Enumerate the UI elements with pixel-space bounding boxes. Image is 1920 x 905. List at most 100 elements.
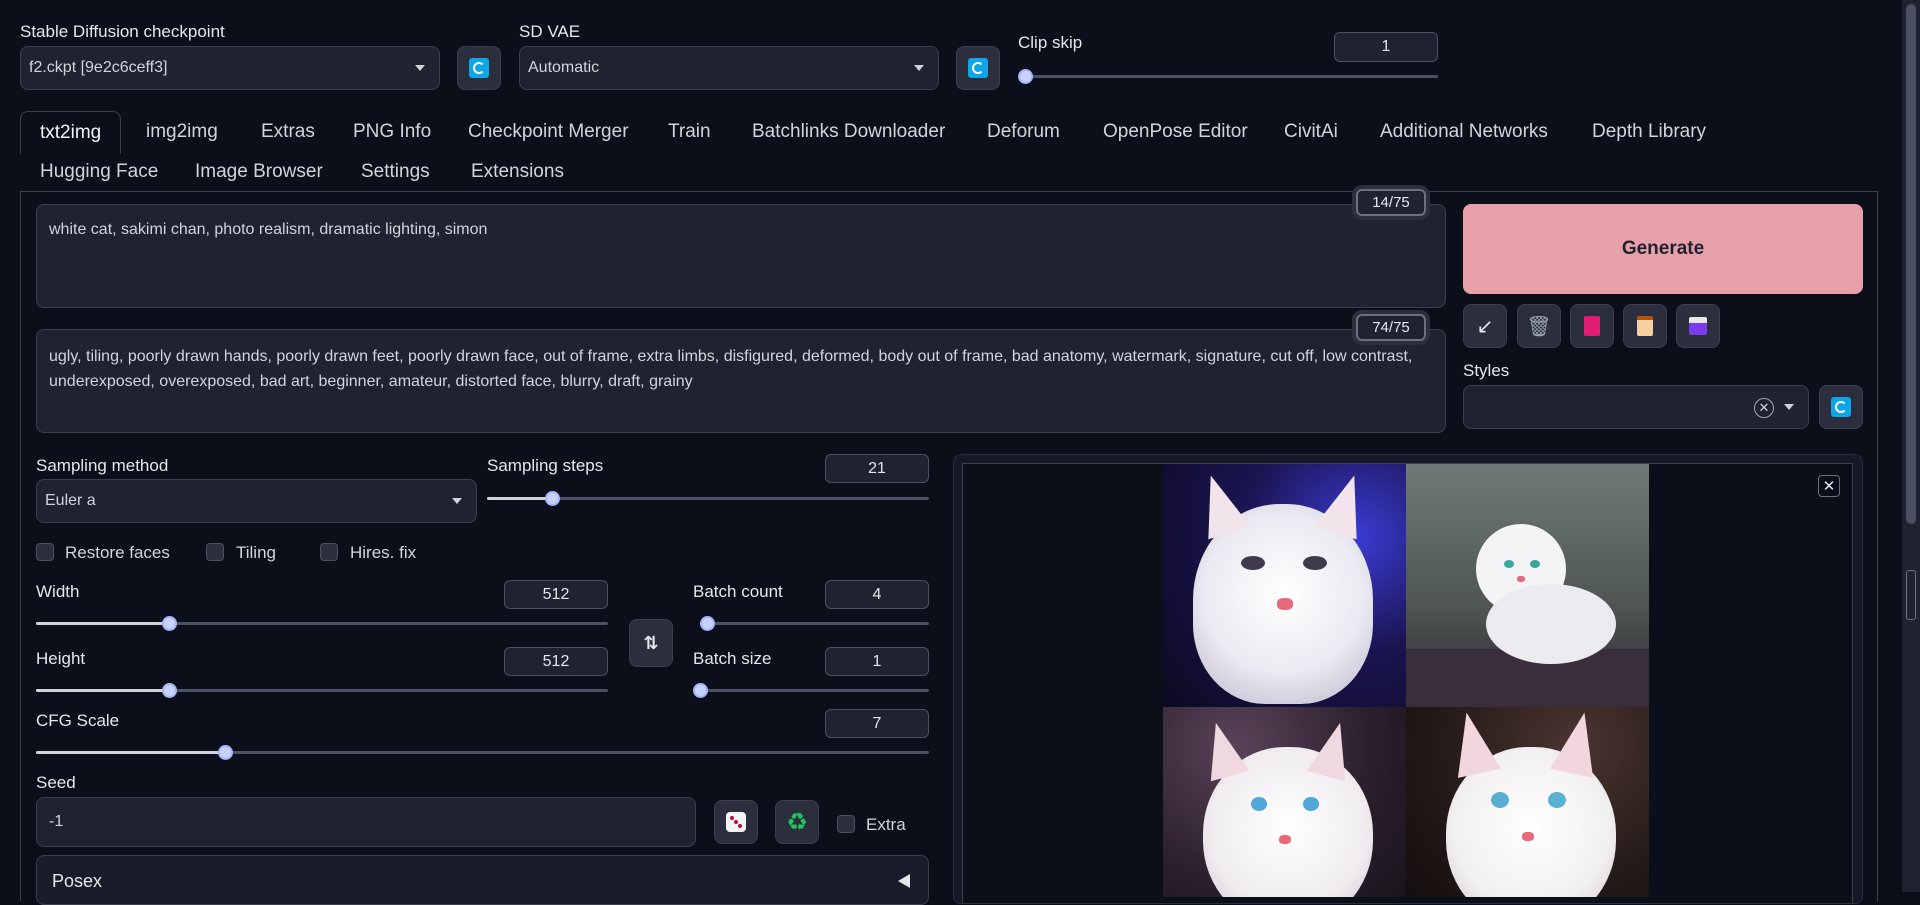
sampling-method-dropdown[interactable]: Euler a — [36, 479, 477, 523]
tab-batchlinks-downloader[interactable]: Batchlinks Downloader — [752, 121, 945, 143]
reuse-seed-button[interactable]: ♻ — [775, 800, 819, 844]
hires-fix-label: Hires. fix — [350, 543, 417, 562]
dice-icon — [726, 812, 746, 832]
sampling-steps-slider[interactable] — [487, 491, 929, 506]
tab-civitai[interactable]: CivitAi — [1284, 121, 1338, 143]
tab-png-info[interactable]: PNG Info — [353, 121, 431, 143]
negative-prompt-textarea[interactable]: ugly, tiling, poorly drawn hands, poorly… — [36, 329, 1446, 433]
prompt-textarea[interactable]: white cat, sakimi chan, photo realism, d… — [36, 204, 1446, 308]
batch-size-slider[interactable] — [693, 683, 929, 698]
slider-fill — [487, 497, 552, 500]
read-params-button[interactable]: ↙ — [1463, 304, 1507, 348]
clip-skip-input[interactable]: 1 — [1334, 32, 1438, 62]
tab-extras[interactable]: Extras — [261, 121, 315, 143]
tab-deforum[interactable]: Deforum — [987, 121, 1060, 143]
restore-faces-label: Restore faces — [65, 543, 170, 562]
checkpoint-value: f2.ckpt [9e2c6ceff3] — [29, 59, 168, 76]
styles-dropdown[interactable]: ✕ — [1463, 385, 1809, 429]
scrollbar-thumb[interactable] — [1906, 4, 1916, 524]
refresh-vae-button[interactable] — [956, 46, 1000, 90]
tab-train[interactable]: Train — [668, 121, 711, 143]
clip-skip-label: Clip skip — [1018, 33, 1083, 52]
scrollbar-marker — [1906, 570, 1916, 620]
recycle-icon: ♻ — [786, 808, 808, 836]
chevron-down-icon — [914, 65, 924, 71]
tab-hugging-face[interactable]: Hugging Face — [40, 161, 158, 183]
swap-dimensions-button[interactable]: ⇅ — [629, 619, 673, 667]
tab-additional-networks[interactable]: Additional Networks — [1380, 121, 1548, 143]
tab-image-browser[interactable]: Image Browser — [195, 161, 323, 183]
batch-count-slider[interactable] — [700, 616, 929, 631]
height-input[interactable]: 512 — [504, 647, 608, 676]
refresh-icon — [968, 58, 988, 78]
slider-knob[interactable] — [545, 491, 560, 506]
vae-dropdown[interactable]: Automatic — [519, 46, 939, 90]
chevron-down-icon — [415, 65, 425, 71]
refresh-icon — [1831, 397, 1851, 417]
refresh-checkpoint-button[interactable] — [457, 46, 501, 90]
cfg-scale-label: CFG Scale — [36, 711, 120, 730]
batch-count-label: Batch count — [693, 582, 783, 601]
collapse-arrow-icon — [898, 874, 910, 888]
slider-fill — [36, 751, 225, 754]
cfg-scale-slider[interactable] — [36, 745, 929, 760]
slider-knob[interactable] — [162, 616, 177, 631]
seed-label: Seed — [36, 773, 76, 792]
page-scrollbar[interactable] — [1902, 0, 1920, 892]
hires-fix-checkbox[interactable] — [320, 543, 338, 561]
batch-size-input[interactable]: 1 — [825, 647, 929, 676]
sampling-method-value: Euler a — [45, 492, 96, 509]
prompt-token-counter: 14/75 — [1356, 189, 1426, 216]
tab-settings[interactable]: Settings — [361, 161, 430, 183]
extra-seed-label: Extra — [866, 815, 906, 834]
tab-extensions[interactable]: Extensions — [471, 161, 564, 183]
close-icon[interactable]: ✕ — [1818, 475, 1840, 497]
tab-img2img[interactable]: img2img — [146, 121, 218, 143]
slider-knob[interactable] — [693, 683, 708, 698]
negative-token-counter: 74/75 — [1356, 314, 1426, 341]
clear-prompt-button[interactable]: 🗑 — [1517, 304, 1561, 348]
refresh-styles-button[interactable] — [1819, 385, 1863, 429]
close-icon[interactable]: ✕ — [1754, 398, 1774, 418]
generated-image-2[interactable] — [1406, 464, 1649, 707]
random-seed-button[interactable] — [714, 800, 758, 844]
show-extra-networks-button[interactable] — [1570, 304, 1614, 348]
posex-accordion[interactable]: Posex — [36, 855, 929, 905]
checkpoint-label: Stable Diffusion checkpoint — [20, 22, 225, 41]
style-card-icon — [1584, 316, 1600, 336]
tab-checkpoint-merger[interactable]: Checkpoint Merger — [468, 121, 629, 143]
generated-image-1[interactable] — [1163, 464, 1406, 707]
slider-knob[interactable] — [1018, 69, 1033, 84]
sampling-steps-input[interactable]: 21 — [825, 454, 929, 483]
styles-label: Styles — [1463, 361, 1510, 380]
slider-fill — [36, 689, 169, 692]
generate-button[interactable]: Generate — [1463, 204, 1863, 294]
slider-knob[interactable] — [218, 745, 233, 760]
chevron-down-icon — [452, 498, 462, 504]
extra-seed-checkbox[interactable] — [837, 815, 855, 833]
cfg-scale-input[interactable]: 7 — [825, 709, 929, 738]
tiling-checkbox[interactable] — [206, 543, 224, 561]
save-style-button[interactable] — [1676, 304, 1720, 348]
restore-faces-checkbox[interactable] — [36, 543, 54, 561]
apply-style-button[interactable] — [1623, 304, 1667, 348]
trash-icon: 🗑 — [1526, 315, 1552, 338]
height-slider[interactable] — [36, 683, 608, 698]
width-input[interactable]: 512 — [504, 580, 608, 609]
slider-knob[interactable] — [700, 616, 715, 631]
width-slider[interactable] — [36, 616, 608, 631]
batch-count-input[interactable]: 4 — [825, 580, 929, 609]
sampling-method-label: Sampling method — [36, 456, 169, 475]
tab-openpose-editor[interactable]: OpenPose Editor — [1103, 121, 1248, 143]
chevron-down-icon — [1784, 404, 1794, 410]
clip-skip-slider[interactable] — [1018, 69, 1438, 84]
slider-knob[interactable] — [162, 683, 177, 698]
checkpoint-dropdown[interactable]: f2.ckpt [9e2c6ceff3] — [20, 46, 440, 90]
width-label: Width — [36, 582, 80, 601]
generated-image-4[interactable] — [1406, 707, 1649, 897]
tab-txt2img[interactable]: txt2img — [20, 111, 122, 154]
slider-fill — [36, 622, 169, 625]
seed-input[interactable]: -1 — [36, 797, 696, 847]
generated-image-3[interactable] — [1163, 707, 1406, 897]
tab-depth-library[interactable]: Depth Library — [1592, 121, 1706, 143]
